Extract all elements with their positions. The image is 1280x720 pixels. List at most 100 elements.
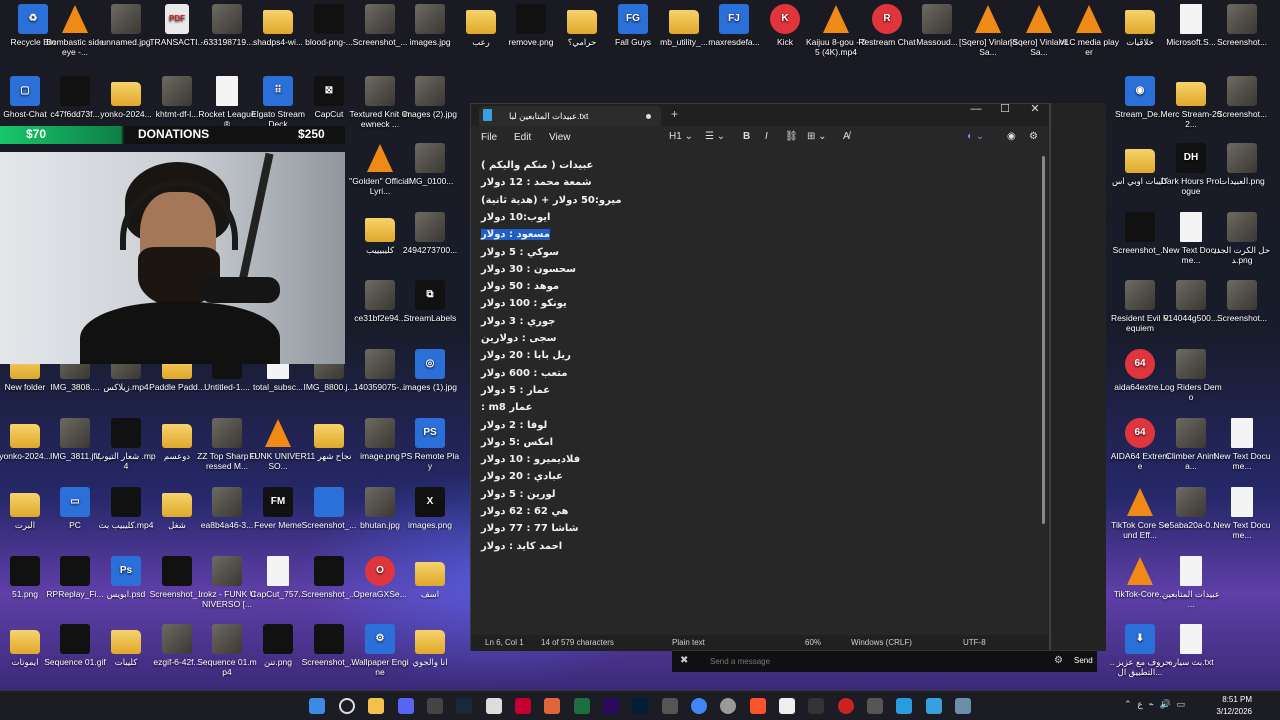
format-indicator[interactable]: Plain text bbox=[672, 635, 705, 651]
new-tab-icon[interactable]: + bbox=[671, 107, 678, 121]
desktop-icon[interactable]: 2494273700... bbox=[399, 212, 461, 255]
excel-icon[interactable] bbox=[574, 698, 590, 714]
italic-icon[interactable]: I bbox=[765, 131, 768, 142]
capcut-icon[interactable] bbox=[779, 698, 795, 714]
text-line[interactable]: عمار : 5 دولار bbox=[481, 385, 981, 402]
desktop-icon[interactable]: PS PS Remote Play bbox=[399, 418, 461, 471]
desktop-icon[interactable]: اسف bbox=[399, 556, 461, 599]
opera-icon[interactable] bbox=[838, 698, 854, 714]
clock[interactable]: 8:51 PM 3/12/2026 bbox=[1216, 694, 1252, 718]
blue-icon: ◎ bbox=[415, 349, 445, 379]
explorer-icon[interactable] bbox=[368, 698, 384, 714]
desktop-icon[interactable]: New Text Docume... bbox=[1211, 487, 1273, 540]
maximize-icon[interactable]: ☐ bbox=[990, 104, 1020, 115]
chrome-icon[interactable] bbox=[691, 698, 707, 714]
send-button[interactable]: Send bbox=[1074, 656, 1093, 665]
system-tray[interactable]: ⌃ ع ⌁ 🔊 ▭ bbox=[1124, 700, 1185, 710]
text-line[interactable]: هي 62 : 62 دولار bbox=[481, 506, 981, 523]
text-line[interactable]: مسعود : دولار bbox=[481, 229, 981, 246]
text-line[interactable]: عبادي : 20 دولار bbox=[481, 471, 981, 488]
table-icon[interactable]: ⊞ ⌄ bbox=[807, 131, 827, 142]
menu-edit[interactable]: Edit bbox=[514, 132, 531, 143]
desktop-icon[interactable]: IMG_0100... bbox=[399, 143, 461, 186]
encoding[interactable]: UTF-8 bbox=[963, 635, 986, 651]
tab-file[interactable]: عبيدات المتابعين لبا.txt bbox=[479, 106, 661, 126]
eu-icon[interactable] bbox=[662, 698, 678, 714]
text-line[interactable]: ريل بابا : 20 دولار bbox=[481, 350, 981, 367]
text-line[interactable]: لوفا : 2 دولار bbox=[481, 420, 981, 437]
desktop-icon[interactable]: انا والجوي bbox=[399, 624, 461, 667]
scrollbar[interactable] bbox=[1042, 156, 1045, 524]
epic-icon[interactable] bbox=[486, 698, 502, 714]
text-line[interactable]: عمار m8 : bbox=[481, 402, 981, 419]
rockstar-icon[interactable] bbox=[515, 698, 531, 714]
link-icon[interactable]: ⛓ bbox=[785, 131, 798, 142]
desktop-icon[interactable]: ◎ images (1).jpg bbox=[399, 349, 461, 392]
desktop-icon[interactable]: images (2).jpg bbox=[399, 76, 461, 119]
zoom-level[interactable]: 60% bbox=[805, 635, 821, 651]
folder-icon bbox=[111, 630, 141, 654]
line-ending[interactable]: Windows (CRLF) bbox=[851, 635, 912, 651]
desktop-icon[interactable]: Ximages.png bbox=[399, 487, 461, 530]
text-line[interactable]: شمعة محمد : 12 دولار bbox=[481, 177, 981, 194]
text-line[interactable]: سجى : دولارين bbox=[481, 333, 981, 350]
desktop-icon[interactable]: Screenshot... bbox=[1211, 76, 1273, 119]
settings-icon[interactable]: ⚙ bbox=[1054, 655, 1063, 666]
photoshop-icon[interactable] bbox=[632, 698, 648, 714]
account-icon[interactable]: ◉ bbox=[1007, 131, 1016, 142]
desktop-icon[interactable]: Screenshot... bbox=[1211, 280, 1273, 323]
menu-view[interactable]: View bbox=[549, 132, 571, 143]
steam-icon[interactable] bbox=[456, 698, 472, 714]
app-icon[interactable] bbox=[544, 698, 560, 714]
obs-icon[interactable] bbox=[720, 698, 736, 714]
desktop-icon[interactable]: عبيدات المتابعين ... bbox=[1160, 556, 1222, 609]
text-line[interactable]: سوكي : 5 دولار bbox=[481, 247, 981, 264]
notepad-icon[interactable] bbox=[926, 698, 942, 714]
list-icon[interactable]: ☰ ⌄ bbox=[705, 131, 725, 142]
paint-icon[interactable] bbox=[896, 698, 912, 714]
text-line[interactable]: سحسون : 30 دولار bbox=[481, 264, 981, 281]
text-line[interactable]: فلاديميرو : 10 دولار bbox=[481, 454, 981, 471]
text-line[interactable]: جوري : 3 دولار bbox=[481, 316, 981, 333]
desktop-icon[interactable]: Screenshot... bbox=[1211, 4, 1273, 47]
heading-dropdown[interactable]: H1 ⌄ bbox=[669, 131, 693, 142]
menu-file[interactable]: File bbox=[481, 132, 497, 143]
desktop-icon[interactable]: ⧉ StreamLabels bbox=[399, 280, 461, 323]
discord-icon[interactable] bbox=[398, 698, 414, 714]
bold-icon[interactable]: B bbox=[743, 131, 750, 142]
chat-input[interactable]: Send a message bbox=[710, 657, 770, 666]
text-line[interactable]: عبيدات ( منكم واليكم ) bbox=[481, 160, 981, 177]
unsaved-dot-icon[interactable] bbox=[646, 114, 651, 119]
text-line[interactable]: متعب : 600 دولار bbox=[481, 368, 981, 385]
img-icon bbox=[365, 349, 395, 379]
desktop-icon[interactable]: Log Riders Demo bbox=[1160, 349, 1222, 402]
media-icon[interactable] bbox=[427, 698, 443, 714]
text-line[interactable]: موهد : 50 دولار bbox=[481, 281, 981, 298]
premiere-icon[interactable] bbox=[603, 698, 619, 714]
text-line[interactable]: امكس :5 دولار bbox=[481, 437, 981, 454]
text-line[interactable]: احمد كايد : دولار bbox=[481, 541, 981, 558]
start-icon[interactable] bbox=[309, 698, 325, 714]
desktop-icon[interactable]: New Text Docume... bbox=[1211, 418, 1273, 471]
eu-icon[interactable] bbox=[867, 698, 883, 714]
close-chat-icon[interactable]: ✖ bbox=[680, 655, 688, 666]
search-icon[interactable] bbox=[339, 698, 355, 714]
desktop-icon[interactable]: العبيدات.png bbox=[1211, 143, 1273, 186]
streamlabs-icon[interactable] bbox=[808, 698, 824, 714]
text-line[interactable]: ميرو:50 دولار + (هدية ثانية) bbox=[481, 195, 981, 212]
brave-icon[interactable] bbox=[750, 698, 766, 714]
desktop-icon[interactable]: بث سيارة.txt bbox=[1160, 624, 1222, 667]
desktop-icon[interactable]: حل الكرت الجديد.png bbox=[1211, 212, 1273, 265]
close-icon[interactable]: ✕ bbox=[1020, 104, 1050, 115]
copilot-icon[interactable]: ◐ ⌄ bbox=[967, 131, 984, 142]
calculator-icon[interactable] bbox=[955, 698, 971, 714]
clear-format-icon[interactable]: A̸ bbox=[843, 131, 850, 142]
text-line[interactable]: لورين : 5 دولار bbox=[481, 489, 981, 506]
language-indicator[interactable]: ع bbox=[1137, 700, 1142, 710]
editor-area[interactable]: عبيدات ( منكم واليكم ) شمعة محمد : 12 دول… bbox=[471, 152, 1049, 635]
text-line[interactable]: ايوب:10 دولار bbox=[481, 212, 981, 229]
text-line[interactable]: يونكو : 100 دولار bbox=[481, 298, 981, 315]
minimize-icon[interactable]: — bbox=[961, 104, 991, 115]
settings-icon[interactable]: ⚙ bbox=[1029, 131, 1038, 142]
text-line[interactable]: شاشا 77 : 77 دولار bbox=[481, 523, 981, 540]
